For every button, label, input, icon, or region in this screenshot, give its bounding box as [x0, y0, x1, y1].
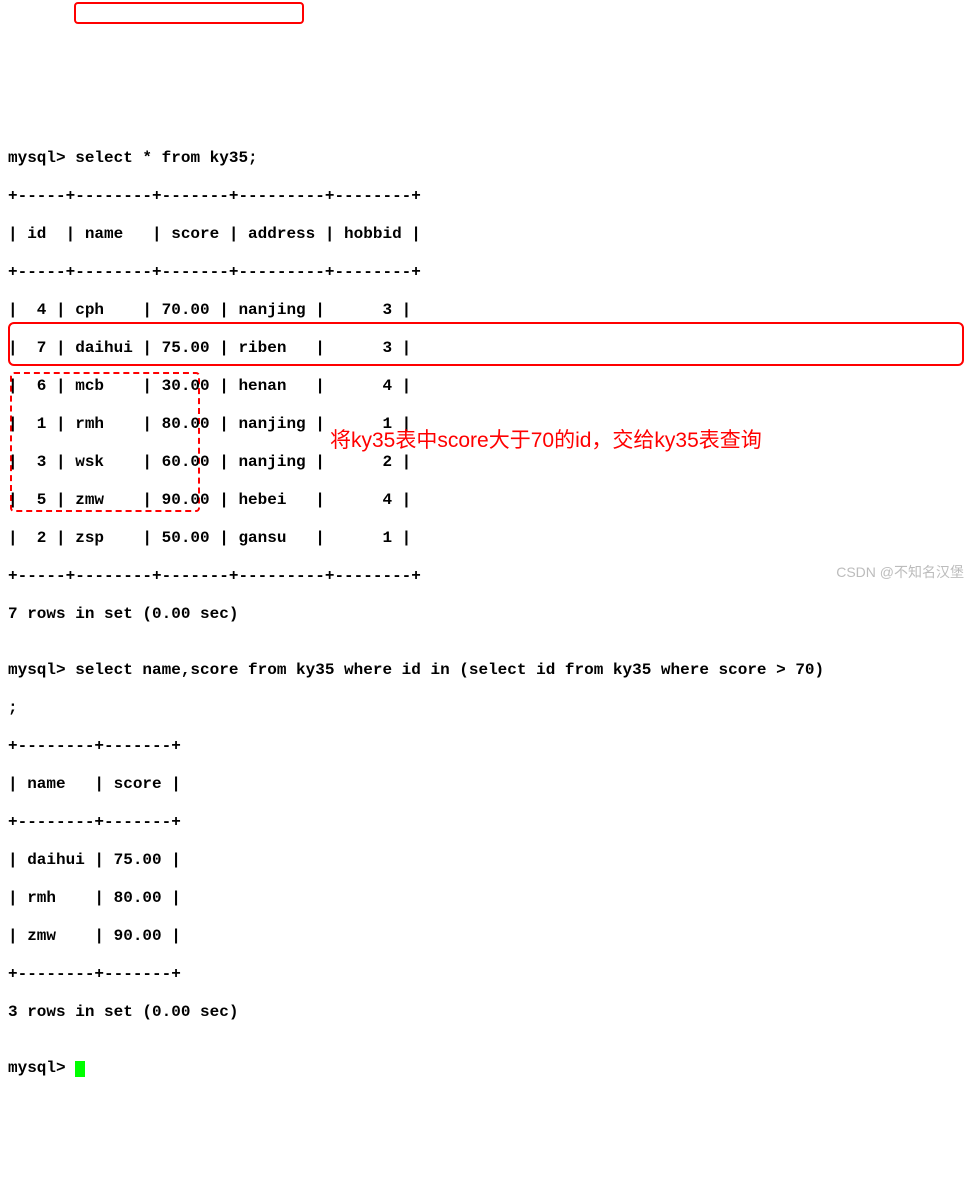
table1-row: | 7 | daihui | 75.00 | riben | 3 | — [8, 338, 966, 358]
table1-header: | id | name | score | address | hobbid | — [8, 224, 966, 244]
watermark-text: CSDN @不知名汉堡 — [836, 562, 964, 582]
sql-query-2-line1[interactable]: mysql> select name,score from ky35 where… — [8, 660, 966, 680]
table2-row: | zmw | 90.00 | — [8, 926, 966, 946]
table1-row: | 6 | mcb | 30.00 | henan | 4 | — [8, 376, 966, 396]
table1-border: +-----+--------+-------+---------+------… — [8, 186, 966, 206]
table2-row: | daihui | 75.00 | — [8, 850, 966, 870]
annotation-text: 将ky35表中score大于70的id，交给ky35表查询 — [330, 424, 762, 454]
prompt-line-1[interactable]: mysql> select * from ky35; — [8, 148, 966, 168]
result1-status: 7 rows in set (0.00 sec) — [8, 604, 966, 624]
cursor-icon — [75, 1061, 85, 1077]
table2-border: +--------+-------+ — [8, 812, 966, 832]
table1-row: | 5 | zmw | 90.00 | hebei | 4 | — [8, 490, 966, 510]
table1-row: | 2 | zsp | 50.00 | gansu | 1 | — [8, 528, 966, 548]
table1-border: +-----+--------+-------+---------+------… — [8, 262, 966, 282]
table2-header: | name | score | — [8, 774, 966, 794]
table1-border: +-----+--------+-------+---------+------… — [8, 566, 966, 586]
prompt-line-3[interactable]: mysql> — [8, 1058, 966, 1078]
table2-row: | rmh | 80.00 | — [8, 888, 966, 908]
highlight-query1 — [74, 2, 304, 24]
table1-row: | 3 | wsk | 60.00 | nanjing | 2 | — [8, 452, 966, 472]
sql-query-2-line2[interactable]: ; — [8, 698, 966, 718]
result2-status: 3 rows in set (0.00 sec) — [8, 1002, 966, 1022]
mysql-prompt: mysql> — [8, 149, 75, 167]
mysql-prompt: mysql> — [8, 1059, 75, 1077]
table2-border: +--------+-------+ — [8, 964, 966, 984]
table1-row: | 4 | cph | 70.00 | nanjing | 3 | — [8, 300, 966, 320]
sql-query-1: select * from ky35; — [75, 149, 257, 167]
table2-border: +--------+-------+ — [8, 736, 966, 756]
